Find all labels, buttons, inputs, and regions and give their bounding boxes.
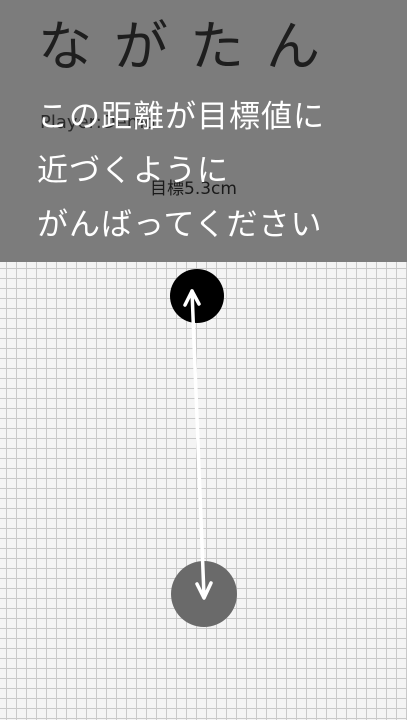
start-point-marker[interactable] — [170, 269, 224, 323]
measure-overlay — [170, 269, 237, 627]
measure-arrow-icon — [183, 289, 213, 600]
